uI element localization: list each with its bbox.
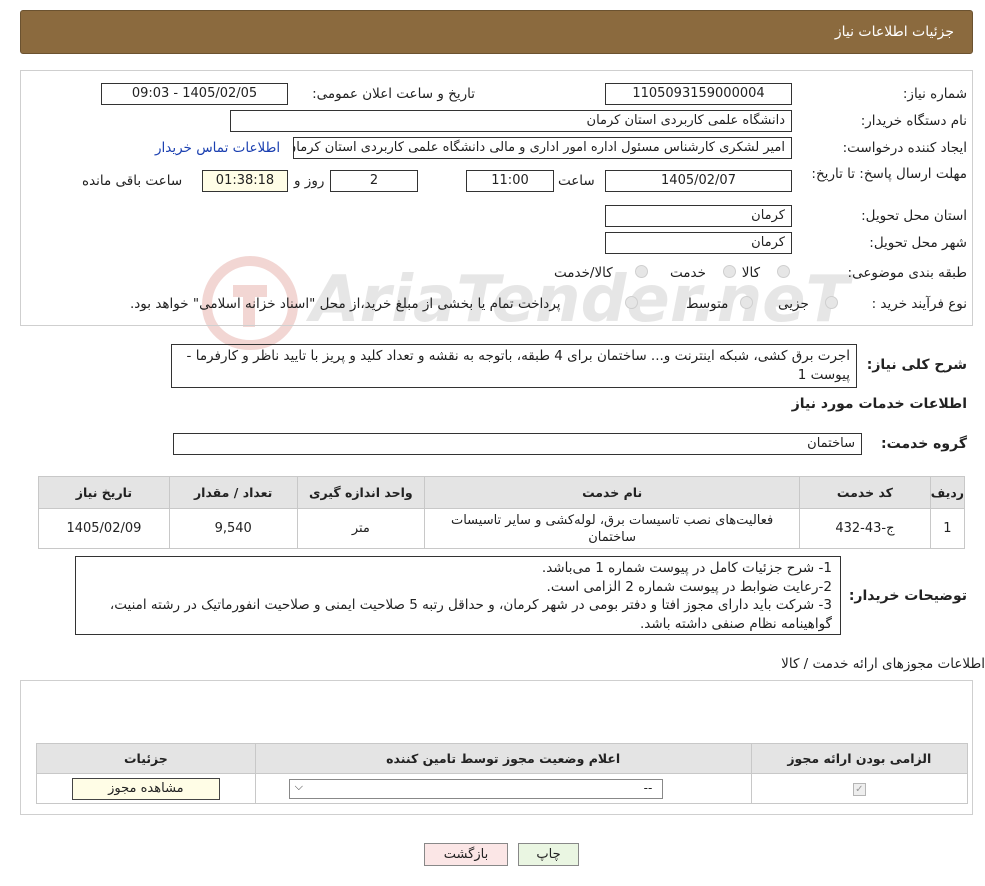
page-title: جزئیات اطلاعات نیاز (834, 24, 954, 40)
announce-label: تاریخ و ساعت اعلان عمومی: (312, 86, 475, 102)
col-unit: واحد اندازه گیری (296, 476, 426, 509)
cell-qty: 9,540 (168, 508, 298, 549)
remaining-field: 01:38:18 (202, 170, 288, 192)
category-radio-service[interactable] (723, 265, 736, 278)
services-table-wrap: ردیف کد خدمت نام خدمت واحد اندازه گیری ت… (38, 476, 966, 549)
category-radio-goods[interactable] (777, 265, 790, 278)
category-option-service: خدمت (670, 265, 706, 281)
days-label: روز و (294, 173, 325, 189)
col-qty: تعداد / مقدار (168, 476, 298, 509)
cell-unit: متر (296, 508, 426, 549)
creator-field: امیر لشکری کارشناس مسئول اداره امور ادار… (293, 137, 792, 159)
buyer-note-line-3: 3- شرکت باید دارای مجوز افتا و دفتر بومی… (109, 597, 832, 632)
remaining-label: ساعت باقی مانده (82, 173, 183, 189)
city-field: کرمان (605, 232, 792, 254)
contact-buyer-link[interactable]: اطلاعات تماس خریدار (155, 140, 280, 156)
province-field: کرمان (605, 205, 792, 227)
summary-label: شرح کلی نیاز: (866, 357, 967, 373)
service-group-label: گروه خدمت: (881, 436, 967, 452)
deadline-time-field: 11:00 (466, 170, 554, 192)
col-code: کد خدمت (799, 476, 931, 509)
city-label: شهر محل تحویل: (869, 235, 967, 251)
licenses-section-title: اطلاعات مجوزهای ارائه خدمت / کالا (781, 656, 985, 672)
licenses-table: الزامی بودن ارائه مجوز اعلام وضعیت مجوز … (36, 743, 969, 804)
print-button[interactable]: چاپ (518, 843, 579, 866)
table-row: ✓ -- ⌵ مشاهده مجوز (36, 773, 969, 804)
view-license-button[interactable]: مشاهده مجوز (71, 777, 220, 800)
province-label: استان محل تحویل: (861, 208, 967, 224)
chevron-down-icon: ⌵ (294, 779, 304, 793)
process-radio-medium[interactable] (740, 296, 753, 309)
services-table: ردیف کد خدمت نام خدمت واحد اندازه گیری ت… (38, 476, 966, 549)
info-panel (20, 70, 973, 326)
page-header: جزئیات اطلاعات نیاز (20, 10, 973, 54)
announce-field: 1405/02/05 - 09:03 (101, 83, 288, 105)
deadline-date-field: 1405/02/07 (605, 170, 792, 192)
category-label: طبقه بندی موضوعی: (847, 265, 967, 281)
service-group-field: ساختمان (173, 433, 862, 455)
process-radio-minor[interactable] (825, 296, 838, 309)
col-license-required: الزامی بودن ارائه مجوز (750, 743, 969, 774)
process-radio-treasury[interactable] (625, 296, 638, 309)
licenses-table-wrap: الزامی بودن ارائه مجوز اعلام وضعیت مجوز … (36, 743, 969, 804)
process-note: پرداخت تمام یا بخشی از مبلغ خرید،از محل … (130, 296, 561, 312)
need-number-field: 1105093159000004 (605, 83, 792, 105)
days-field: 2 (330, 170, 418, 192)
process-label: نوع فرآیند خرید : (871, 296, 967, 312)
need-number-label: شماره نیاز: (902, 86, 967, 102)
category-option-goods: کالا (741, 265, 760, 281)
category-radio-goods-service[interactable] (635, 265, 648, 278)
process-option-medium: متوسط (686, 296, 729, 312)
col-license-status: اعلام وضعیت مجوز توسط تامین کننده (254, 743, 752, 774)
buyer-org-label: نام دستگاه خریدار: (860, 113, 967, 129)
process-option-minor: جزیی (778, 296, 809, 312)
col-date: تاریخ نیاز (38, 476, 170, 509)
license-status-select[interactable]: -- ⌵ (288, 778, 663, 799)
cell-date: 1405/02/09 (38, 508, 170, 549)
buyer-note-line-1: 1- شرح جزئیات کامل در پیوست شماره 1 می‌ب… (541, 560, 832, 576)
summary-textarea[interactable]: اجرت برق کشی، شبکه اینترنت و... ساختمان … (171, 344, 857, 388)
buyer-note-line-2: 2-رعایت ضوابط در پیوست شماره 2 الزامی اس… (546, 578, 832, 595)
col-name: نام خدمت (424, 476, 801, 509)
back-button[interactable]: بازگشت (424, 843, 508, 866)
col-row: ردیف (929, 476, 966, 509)
table-row: 1 ج-43-432 فعالیت‌های نصب تاسیسات برق، ل… (38, 508, 966, 549)
license-required-checkbox[interactable]: ✓ (852, 783, 866, 796)
services-section-title: اطلاعات خدمات مورد نیاز (791, 396, 967, 412)
cell-row: 1 (929, 508, 966, 549)
deadline-label: مهلت ارسال پاسخ: تا تاریخ: (811, 166, 967, 182)
col-license-details: جزئیات (36, 743, 256, 774)
creator-label: ایجاد کننده درخواست: (842, 140, 967, 156)
buyer-org-field: دانشگاه علمی کاربردی استان کرمان (230, 110, 792, 132)
cell-code: ج-43-432 (799, 508, 931, 549)
buyer-notes-label: توضیحات خریدار: (848, 588, 967, 604)
time-label: ساعت (558, 173, 595, 189)
cell-name: فعالیت‌های نصب تاسیسات برق، لوله‌کشی و س… (424, 508, 801, 549)
buyer-notes-textarea[interactable]: 1- شرح جزئیات کامل در پیوست شماره 1 می‌ب… (75, 556, 841, 635)
license-status-value: -- (643, 780, 653, 795)
category-option-goods-service: کالا/خدمت (554, 265, 613, 281)
